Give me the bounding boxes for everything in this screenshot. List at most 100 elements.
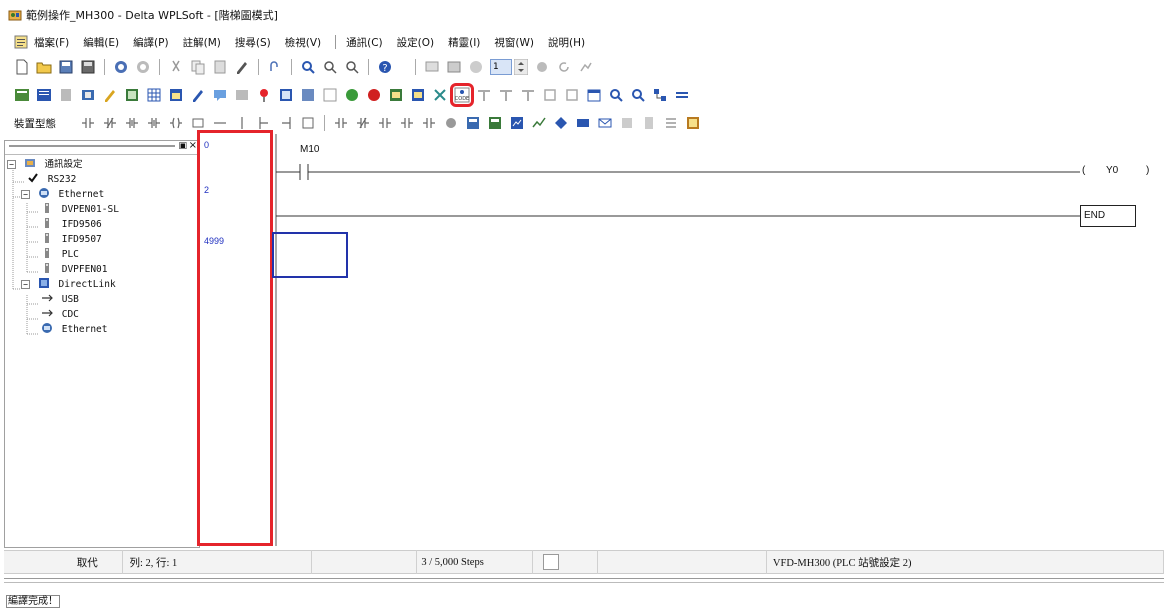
tree-item-directlink[interactable]: − DirectLink (5, 277, 199, 292)
rising-edge-icon[interactable] (124, 115, 140, 131)
refresh-icon[interactable] (556, 59, 572, 75)
convert4-icon[interactable] (542, 87, 558, 103)
transfer-icon[interactable] (578, 59, 594, 75)
copy-icon[interactable] (190, 59, 206, 75)
page-icon[interactable] (641, 115, 657, 131)
convert3-icon[interactable] (520, 87, 536, 103)
sf-coil-icon[interactable] (421, 115, 437, 131)
upload-icon[interactable] (410, 87, 426, 103)
monitor-icon[interactable] (424, 59, 440, 75)
calendar-icon[interactable] (586, 87, 602, 103)
search-next-icon[interactable] (630, 87, 646, 103)
f10-icon[interactable] (278, 115, 294, 131)
jump-icon[interactable] (267, 59, 283, 75)
redo-icon[interactable] (135, 59, 151, 75)
convert-icon[interactable] (476, 87, 492, 103)
tree-item-dvpfen01[interactable]: DVPFEN01 (5, 262, 199, 277)
stop-red-icon[interactable] (366, 87, 382, 103)
tree-item-rs232[interactable]: RS232 (5, 172, 199, 187)
sf-fall-icon[interactable] (399, 115, 415, 131)
tree-item-ethernet[interactable]: − Ethernet (5, 187, 199, 202)
coil-icon[interactable] (168, 115, 184, 131)
menu-search[interactable]: 搜尋(S) (235, 35, 271, 50)
coil-label[interactable]: Y0 (1106, 165, 1118, 176)
menu-communication[interactable]: 通訊(C) (346, 35, 383, 50)
close-icon[interactable]: × (189, 140, 197, 151)
menu-wizard[interactable]: 精靈(I) (448, 35, 480, 50)
window-icon[interactable] (322, 87, 338, 103)
station-number-input[interactable] (490, 59, 512, 75)
tree-item-usb[interactable]: USB (5, 292, 199, 307)
find-icon[interactable] (300, 59, 316, 75)
instruction-list-icon[interactable] (465, 115, 481, 131)
f11-icon[interactable] (300, 115, 316, 131)
menu-file[interactable]: 檔案(F) (34, 35, 69, 50)
compare-icon[interactable] (432, 87, 448, 103)
ladder-editor[interactable]: 0 2 4999 M10 ( Y0 ) END (197, 130, 1169, 548)
save-all-icon[interactable] (80, 59, 96, 75)
sf-nc-contact-icon[interactable] (355, 115, 371, 131)
settings-icon[interactable] (124, 87, 140, 103)
collapse-icon[interactable]: − (21, 190, 30, 199)
diamond-icon[interactable] (553, 115, 569, 131)
search-icon[interactable] (608, 87, 624, 103)
device-comment-icon[interactable] (487, 115, 503, 131)
pin-icon[interactable] (256, 87, 272, 103)
document-icon[interactable] (14, 35, 28, 49)
sf-contact-icon[interactable] (333, 115, 349, 131)
device-type-label[interactable]: 裝置型態 (14, 116, 56, 131)
download-icon[interactable] (388, 87, 404, 103)
convert2-icon[interactable] (498, 87, 514, 103)
convert5-icon[interactable] (564, 87, 580, 103)
instruction-mode-icon[interactable] (36, 87, 52, 103)
open-folder-icon[interactable] (36, 59, 52, 75)
chat-icon[interactable] (212, 87, 228, 103)
list-icon[interactable] (663, 115, 679, 131)
tree-item-ifd9506[interactable]: IFD9506 (5, 217, 199, 232)
trend-icon[interactable] (531, 115, 547, 131)
cut-icon[interactable] (168, 59, 184, 75)
run-icon[interactable] (468, 59, 484, 75)
comm-icon[interactable] (80, 87, 96, 103)
chart-icon[interactable] (685, 115, 701, 131)
device-monitor-icon[interactable] (509, 115, 525, 131)
end-instruction[interactable]: END (1080, 205, 1136, 227)
plc-icon[interactable] (446, 59, 462, 75)
table-icon[interactable] (146, 87, 162, 103)
tree-item-dvpen01[interactable]: DVPEN01-SL (5, 202, 199, 217)
line-icon[interactable] (212, 115, 228, 131)
menu-comment[interactable]: 註解(M) (183, 35, 221, 50)
menu-help[interactable]: 說明(H) (548, 35, 585, 50)
falling-edge-icon[interactable] (146, 115, 162, 131)
network-icon[interactable] (652, 87, 668, 103)
compile-button[interactable]: CODE (450, 83, 474, 107)
collapse-icon[interactable]: − (7, 160, 16, 169)
undo-icon[interactable] (113, 59, 129, 75)
wizard-icon[interactable] (674, 87, 690, 103)
pencil-icon[interactable] (234, 59, 250, 75)
sfc-mode-icon[interactable] (58, 87, 74, 103)
tree-item-ethernet-direct[interactable]: Ethernet (5, 322, 199, 337)
no-contact-icon[interactable] (80, 115, 96, 131)
vline-icon[interactable] (234, 115, 250, 131)
brush-icon[interactable] (190, 87, 206, 103)
status-icon[interactable] (534, 59, 550, 75)
message-divider[interactable] (4, 582, 1164, 583)
sf-block-icon[interactable] (443, 115, 459, 131)
tree-item-plc[interactable]: PLC (5, 247, 199, 262)
block-icon[interactable] (300, 87, 316, 103)
tree-item-ifd9507[interactable]: IFD9507 (5, 232, 199, 247)
tree-root[interactable]: − 通訊設定 (5, 157, 199, 172)
f9-icon[interactable] (256, 115, 272, 131)
mail-icon[interactable] (597, 115, 613, 131)
menu-settings[interactable]: 設定(O) (397, 35, 434, 50)
paste-icon[interactable] (212, 59, 228, 75)
help-icon[interactable]: ? (377, 59, 393, 75)
monitor-table-icon[interactable] (168, 87, 184, 103)
run-green-icon[interactable] (344, 87, 360, 103)
panel-grip[interactable] (9, 145, 175, 147)
contact-label[interactable]: M10 (300, 144, 319, 155)
nc-contact-icon[interactable] (102, 115, 118, 131)
function-icon[interactable] (190, 115, 206, 131)
new-file-icon[interactable] (14, 59, 30, 75)
